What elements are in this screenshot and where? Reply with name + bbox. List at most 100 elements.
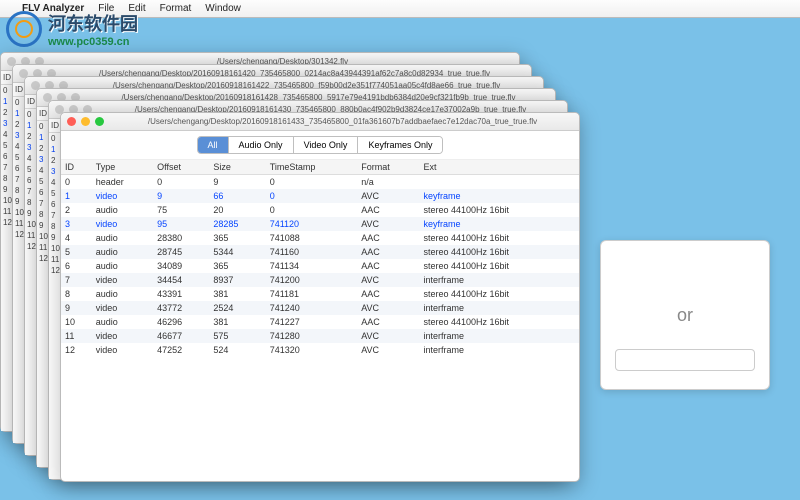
menu-file[interactable]: File [98, 3, 114, 14]
cell-size: 66 [209, 189, 265, 203]
cell-ext: interframe [419, 301, 579, 315]
cell-offset: 43772 [153, 301, 209, 315]
table-row[interactable]: 6 audio 34089 365 741134 AAC stereo 4410… [61, 259, 579, 273]
cell-timestamp: 741134 [266, 259, 358, 273]
cell-id: 0 [61, 175, 92, 190]
cell-id: 12 [61, 343, 92, 357]
cell-type: video [92, 329, 153, 343]
cell-type: header [92, 175, 153, 190]
cell-offset: 0 [153, 175, 209, 190]
cell-offset: 28745 [153, 245, 209, 259]
cell-ext: stereo 44100Hz 16bit [419, 315, 579, 329]
cell-timestamp: 741320 [266, 343, 358, 357]
cell-timestamp: 0 [266, 189, 358, 203]
cell-type: audio [92, 315, 153, 329]
cell-timestamp: 741088 [266, 231, 358, 245]
table-row[interactable]: 0 header 0 9 0 n/a [61, 175, 579, 190]
table-row[interactable]: 7 video 34454 8937 741200 AVC interframe [61, 273, 579, 287]
cell-id: 1 [61, 189, 92, 203]
cell-size: 575 [209, 329, 265, 343]
table-row[interactable]: 5 audio 28745 5344 741160 AAC stereo 441… [61, 245, 579, 259]
cell-size: 8937 [209, 273, 265, 287]
cell-offset: 34089 [153, 259, 209, 273]
cell-format: AAC [357, 259, 419, 273]
filter-segment: AllAudio OnlyVideo OnlyKeyframes Only [197, 136, 444, 154]
watermark-url: www.pc0359.cn [48, 36, 138, 48]
cell-format: AAC [357, 245, 419, 259]
cell-size: 9 [209, 175, 265, 190]
minimize-icon[interactable] [81, 117, 90, 126]
filter-all[interactable]: All [198, 137, 229, 153]
cell-ext: interframe [419, 329, 579, 343]
cell-id: 7 [61, 273, 92, 287]
cell-format: n/a [357, 175, 419, 190]
cell-offset: 95 [153, 217, 209, 231]
cell-ext [419, 175, 579, 190]
menu-edit[interactable]: Edit [128, 3, 145, 14]
col-offset[interactable]: Offset [153, 160, 209, 175]
table-row[interactable]: 1 video 9 66 0 AVC keyframe [61, 189, 579, 203]
cell-offset: 43391 [153, 287, 209, 301]
cell-offset: 9 [153, 189, 209, 203]
filter-keyframes-only[interactable]: Keyframes Only [358, 137, 442, 153]
table-row[interactable]: 8 audio 43391 381 741181 AAC stereo 4410… [61, 287, 579, 301]
table-row[interactable]: 4 audio 28380 365 741088 AAC stereo 4410… [61, 231, 579, 245]
cell-timestamp: 741120 [266, 217, 358, 231]
filter-bar: AllAudio OnlyVideo OnlyKeyframes Only [61, 131, 579, 160]
cell-size: 5344 [209, 245, 265, 259]
file-path-input[interactable] [615, 349, 755, 371]
table-row[interactable]: 11 video 46677 575 741280 AVC interframe [61, 329, 579, 343]
cell-format: AAC [357, 203, 419, 217]
close-icon[interactable] [67, 117, 76, 126]
cell-timestamp: 0 [266, 203, 358, 217]
maximize-icon[interactable] [95, 117, 104, 126]
cell-ext: stereo 44100Hz 16bit [419, 245, 579, 259]
filter-video-only[interactable]: Video Only [294, 137, 359, 153]
drop-zone-label: or [677, 305, 693, 326]
cell-type: video [92, 301, 153, 315]
cell-type: video [92, 343, 153, 357]
table-row[interactable]: 10 audio 46296 381 741227 AAC stereo 441… [61, 315, 579, 329]
table-row[interactable]: 12 video 47252 524 741320 AVC interframe [61, 343, 579, 357]
cell-format: AVC [357, 273, 419, 287]
cell-format: AVC [357, 217, 419, 231]
cell-format: AVC [357, 301, 419, 315]
cell-id: 9 [61, 301, 92, 315]
cell-type: audio [92, 231, 153, 245]
cell-id: 11 [61, 329, 92, 343]
cell-format: AVC [357, 189, 419, 203]
table-row[interactable]: 9 video 43772 2524 741240 AVC interframe [61, 301, 579, 315]
cell-format: AVC [357, 343, 419, 357]
table-row[interactable]: 3 video 95 28285 741120 AVC keyframe [61, 217, 579, 231]
cell-id: 4 [61, 231, 92, 245]
table-row[interactable]: 2 audio 75 20 0 AAC stereo 44100Hz 16bit [61, 203, 579, 217]
col-timestamp[interactable]: TimeStamp [266, 160, 358, 175]
cell-timestamp: 741227 [266, 315, 358, 329]
cell-timestamp: 741160 [266, 245, 358, 259]
menu-format[interactable]: Format [160, 3, 192, 14]
cell-size: 381 [209, 315, 265, 329]
cell-size: 28285 [209, 217, 265, 231]
cell-size: 2524 [209, 301, 265, 315]
col-ext[interactable]: Ext [419, 160, 579, 175]
cell-format: AVC [357, 329, 419, 343]
cell-type: audio [92, 245, 153, 259]
cell-ext: stereo 44100Hz 16bit [419, 287, 579, 301]
window-titlebar[interactable]: /Users/chengang/Desktop/20160918161433_7… [61, 113, 579, 131]
col-format[interactable]: Format [357, 160, 419, 175]
menu-window[interactable]: Window [205, 3, 241, 14]
cell-id: 3 [61, 217, 92, 231]
cell-timestamp: 741181 [266, 287, 358, 301]
menu-app[interactable]: FLV Analyzer [22, 3, 84, 14]
filter-audio-only[interactable]: Audio Only [229, 137, 294, 153]
cell-ext: stereo 44100Hz 16bit [419, 259, 579, 273]
col-type[interactable]: Type [92, 160, 153, 175]
cell-ext: stereo 44100Hz 16bit [419, 203, 579, 217]
drop-zone[interactable]: or [600, 240, 770, 390]
cell-size: 20 [209, 203, 265, 217]
cell-ext: keyframe [419, 217, 579, 231]
cell-format: AAC [357, 231, 419, 245]
col-id[interactable]: ID [61, 160, 92, 175]
col-size[interactable]: Size [209, 160, 265, 175]
cell-id: 6 [61, 259, 92, 273]
